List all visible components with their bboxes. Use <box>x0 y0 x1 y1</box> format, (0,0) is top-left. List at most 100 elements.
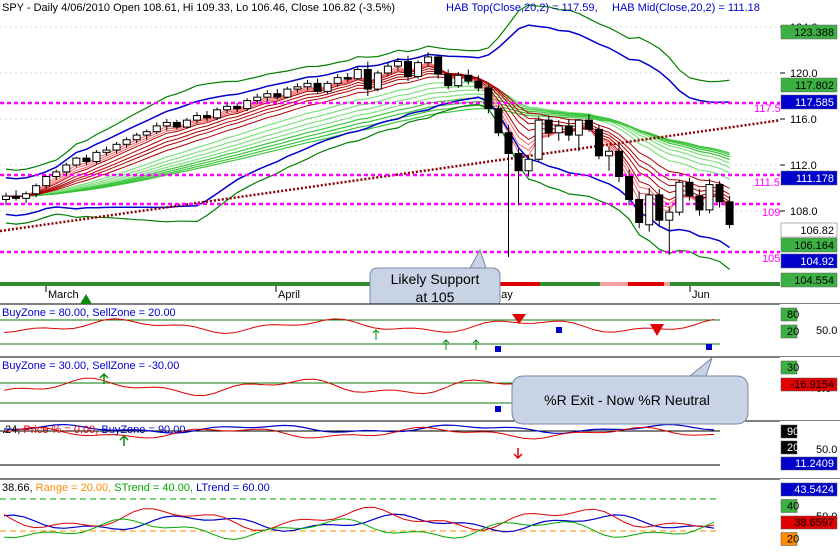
candle-body <box>82 157 91 163</box>
candle-body <box>524 158 533 172</box>
candle-body <box>213 109 222 119</box>
candle-body <box>12 195 21 199</box>
candle-body <box>42 176 51 187</box>
support-callout-line1: Likely Support <box>391 271 480 287</box>
candle-body <box>484 87 493 110</box>
panel-title-ltrend: LTrend = 60.00 <box>196 482 270 494</box>
candle-body <box>584 119 593 130</box>
candle-body <box>574 119 583 136</box>
candle-body <box>393 61 402 67</box>
price-value-label: 104.92 <box>800 256 834 268</box>
price-value-label: 106.164 <box>794 240 834 252</box>
candle-body <box>625 176 634 200</box>
level-label-109: 109 <box>762 207 780 219</box>
panel-title: BuyZone = 80.00, SellZone = 20.00 <box>2 307 176 319</box>
price-value-label: 117.585 <box>795 97 834 109</box>
candle-body <box>615 150 624 177</box>
panel-value-label: 43.5424 <box>794 484 834 496</box>
level-label-111: 111.5 <box>754 177 780 189</box>
candle-body <box>102 149 111 153</box>
candle-body <box>665 211 674 221</box>
candle-body <box>112 143 121 151</box>
panel-value-label: 30 <box>787 362 799 374</box>
candle-body <box>404 61 412 77</box>
candle <box>414 60 423 79</box>
month-label: Jun <box>692 289 710 301</box>
square-marker <box>495 406 501 412</box>
panel-title: 38.66, Range = 20.00, STrend = 40.00, LT… <box>2 482 270 494</box>
candle <box>353 67 362 80</box>
panel-value-label: 20 <box>787 534 799 546</box>
candle-body <box>383 65 392 74</box>
indicator-panel-4: 38.66, Range = 20.00, STrend = 40.00, LT… <box>0 478 840 553</box>
candle-body <box>645 194 654 226</box>
candle <box>213 107 222 121</box>
candle <box>484 84 493 114</box>
candle-body <box>544 119 553 134</box>
panel-value-label: 20 <box>787 326 799 338</box>
price-value-label: 111.178 <box>796 173 834 185</box>
candle-body <box>514 153 523 172</box>
candle-body <box>474 80 483 89</box>
panel-value-label: 11.2409 <box>795 458 834 470</box>
candle-body <box>243 100 252 110</box>
panel-title: .24, Price % = 0.00, BuyZone = 90.00 <box>2 424 185 436</box>
panel-title-pre: .24, <box>2 424 23 436</box>
candle <box>494 105 503 137</box>
candle-body <box>564 125 573 136</box>
buy-arrow-marker <box>80 294 92 304</box>
panel-title: BuyZone = 30.00, SellZone = -30.00 <box>2 360 179 372</box>
candle-body <box>353 69 362 80</box>
candle-body <box>594 128 603 157</box>
candle-body <box>675 181 684 213</box>
candle-body <box>52 171 61 177</box>
panel-title-range: Range = 20.00, <box>36 482 115 494</box>
candle-body <box>494 108 503 134</box>
candle <box>645 188 654 232</box>
panel-title-price: Price % = 0.00, <box>23 424 101 436</box>
exit-callout-text: %R Exit - Now %R Neutral <box>544 392 710 408</box>
candle-body <box>725 201 734 226</box>
indicator-panel-1: BuyZone = 80.00, SellZone = 20.00 50.0 80 2… <box>0 303 840 356</box>
panel-title-strend: STrend = 40.00, <box>114 482 196 494</box>
candle-body <box>62 164 71 173</box>
candle <box>675 179 684 216</box>
price-tick-label: 116.0 <box>790 114 817 126</box>
price-value-label: 123.388 <box>794 27 834 39</box>
candle-body <box>263 93 272 98</box>
candle-body <box>333 77 342 84</box>
panel-value-label: 80 <box>787 309 799 321</box>
candle-body <box>434 56 443 75</box>
candle-body <box>283 88 292 98</box>
candle-body <box>172 121 181 128</box>
price-tick-label: 108.0 <box>790 206 818 218</box>
candle-body <box>534 119 543 160</box>
price-value-label: 106.82 <box>800 225 834 237</box>
candle-body <box>414 62 423 77</box>
panel-title-buyzone: BuyZone = 90.00 <box>101 424 185 436</box>
candle-body <box>655 194 664 221</box>
candle-body <box>182 119 191 128</box>
candle-body <box>233 105 242 110</box>
candle-body <box>454 74 463 87</box>
candle-body <box>424 56 433 64</box>
candle-body <box>203 115 211 119</box>
panel-title-pre: 38.66, <box>2 482 36 494</box>
candle <box>655 189 664 226</box>
header-hab-top: HAB Top(Close,20,2) = 117.59, <box>446 2 598 14</box>
price-tick-label: 112.0 <box>790 160 817 172</box>
candle-body <box>554 125 563 134</box>
candle-body <box>72 157 81 166</box>
candle-body <box>313 82 322 92</box>
panel-value-label: 40 <box>787 501 799 513</box>
candle-body <box>323 82 332 92</box>
candle-body <box>444 73 453 87</box>
panel-axis-tick: 50.0 <box>816 325 837 337</box>
square-marker <box>556 327 562 333</box>
candle-body <box>253 96 262 102</box>
header-summary: SPY - Daily 4/06/2010 Open 108.61, Hi 10… <box>2 2 395 14</box>
panel-value-label: -16.9154 <box>791 379 834 391</box>
price-value-label: 117.802 <box>795 80 834 92</box>
candle <box>373 70 382 92</box>
candle-body <box>464 74 473 82</box>
